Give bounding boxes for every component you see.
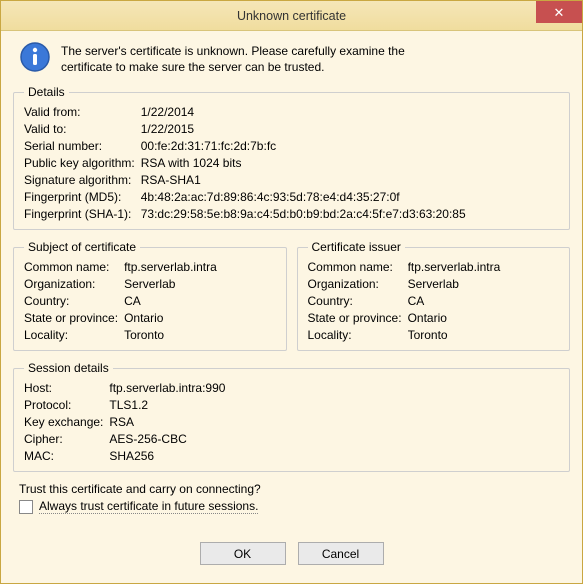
cipher-label: Cipher: [24, 432, 103, 446]
issuer-org-value: Serverlab [408, 277, 559, 291]
sig-value: RSA-SHA1 [141, 173, 559, 187]
fp-md5-value: 4b:48:2a:ac:7d:89:86:4c:93:5d:78:e4:d4:3… [141, 190, 559, 204]
pubkey-value: RSA with 1024 bits [141, 156, 559, 170]
message-line2: certificate to make sure the server can … [61, 59, 405, 75]
subject-country-value: CA [124, 294, 275, 308]
subject-state-label: State or province: [24, 311, 118, 325]
subject-group: Subject of certificate Common name: ftp.… [13, 240, 287, 351]
kex-value: RSA [109, 415, 559, 429]
subject-country-label: Country: [24, 294, 118, 308]
subject-org-label: Organization: [24, 277, 118, 291]
protocol-label: Protocol: [24, 398, 103, 412]
subject-cn-label: Common name: [24, 260, 118, 274]
ok-button[interactable]: OK [200, 542, 286, 565]
issuer-locality-value: Toronto [408, 328, 559, 342]
mac-value: SHA256 [109, 449, 559, 463]
subject-cn-value: ftp.serverlab.intra [124, 260, 275, 274]
issuer-org-label: Organization: [308, 277, 402, 291]
valid-to-label: Valid to: [24, 122, 135, 136]
button-row: OK Cancel [13, 542, 570, 565]
issuer-country-label: Country: [308, 294, 402, 308]
close-button[interactable]: ✕ [536, 1, 582, 23]
fp-sha1-label: Fingerprint (SHA-1): [24, 207, 135, 221]
subject-issuer-row: Subject of certificate Common name: ftp.… [13, 236, 570, 357]
serial-label: Serial number: [24, 139, 135, 153]
issuer-state-value: Ontario [408, 311, 559, 325]
issuer-country-value: CA [408, 294, 559, 308]
subject-state-value: Ontario [124, 311, 275, 325]
issuer-state-label: State or province: [308, 311, 402, 325]
host-value: ftp.serverlab.intra:990 [109, 381, 559, 395]
issuer-group: Certificate issuer Common name: ftp.serv… [297, 240, 571, 351]
subject-legend: Subject of certificate [24, 240, 140, 254]
issuer-locality-label: Locality: [308, 328, 402, 342]
valid-from-value: 1/22/2014 [141, 105, 559, 119]
dialog-window: Unknown certificate ✕ The server's certi… [0, 0, 583, 584]
message-line1: The server's certificate is unknown. Ple… [61, 43, 405, 59]
sig-label: Signature algorithm: [24, 173, 135, 187]
trust-question: Trust this certificate and carry on conn… [19, 482, 570, 496]
host-label: Host: [24, 381, 103, 395]
session-group: Session details Host: ftp.serverlab.intr… [13, 361, 570, 472]
window-title: Unknown certificate [1, 9, 582, 23]
message-text: The server's certificate is unknown. Ple… [61, 41, 405, 75]
close-icon: ✕ [554, 6, 565, 19]
fp-md5-label: Fingerprint (MD5): [24, 190, 135, 204]
session-legend: Session details [24, 361, 113, 375]
valid-from-label: Valid from: [24, 105, 135, 119]
subject-locality-label: Locality: [24, 328, 118, 342]
subject-org-value: Serverlab [124, 277, 275, 291]
kex-label: Key exchange: [24, 415, 103, 429]
always-trust-label[interactable]: Always trust certificate in future sessi… [39, 499, 258, 514]
issuer-cn-label: Common name: [308, 260, 402, 274]
mac-label: MAC: [24, 449, 103, 463]
always-trust-checkbox[interactable] [19, 500, 33, 514]
protocol-value: TLS1.2 [109, 398, 559, 412]
info-icon [19, 41, 51, 73]
titlebar: Unknown certificate ✕ [1, 1, 582, 31]
message-row: The server's certificate is unknown. Ple… [13, 41, 570, 75]
issuer-legend: Certificate issuer [308, 240, 405, 254]
cancel-button[interactable]: Cancel [298, 542, 384, 565]
pubkey-label: Public key algorithm: [24, 156, 135, 170]
cipher-value: AES-256-CBC [109, 432, 559, 446]
issuer-cn-value: ftp.serverlab.intra [408, 260, 559, 274]
content-area: The server's certificate is unknown. Ple… [1, 31, 582, 583]
fp-sha1-value: 73:dc:29:58:5e:b8:9a:c4:5d:b0:b9:bd:2a:c… [141, 207, 559, 221]
details-legend: Details [24, 85, 69, 99]
trust-checkbox-row: Always trust certificate in future sessi… [19, 499, 570, 514]
subject-locality-value: Toronto [124, 328, 275, 342]
serial-value: 00:fe:2d:31:71:fc:2d:7b:fc [141, 139, 559, 153]
details-group: Details Valid from: 1/22/2014 Valid to: … [13, 85, 570, 230]
valid-to-value: 1/22/2015 [141, 122, 559, 136]
